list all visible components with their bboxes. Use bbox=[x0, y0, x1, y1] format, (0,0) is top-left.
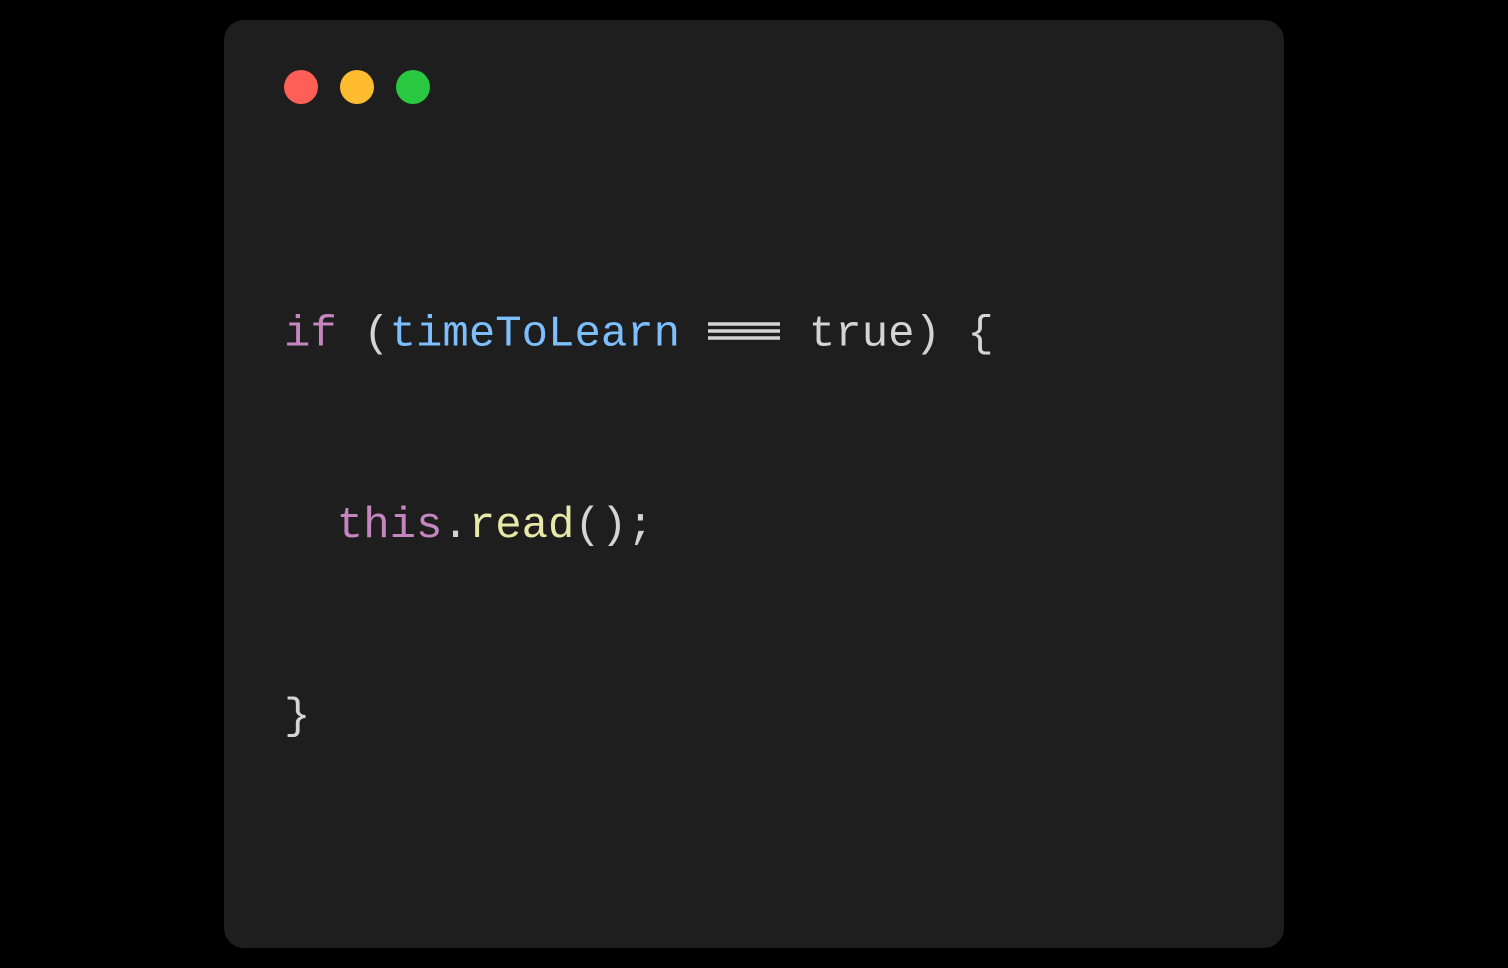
code-line-2: this.read(); bbox=[284, 495, 1224, 559]
code-line-1: if (timeToLearn true) { bbox=[284, 302, 1224, 367]
code-line-3: } bbox=[284, 686, 1224, 750]
operator-strict-equals bbox=[706, 300, 782, 364]
space bbox=[782, 309, 808, 359]
dot: . bbox=[442, 501, 468, 551]
space bbox=[680, 309, 706, 359]
minimize-icon[interactable] bbox=[340, 70, 374, 104]
paren-open: ( bbox=[337, 309, 390, 359]
close-icon[interactable] bbox=[284, 70, 318, 104]
boolean-true: true bbox=[809, 309, 915, 359]
method-read: read bbox=[469, 501, 575, 551]
variable-timeToLearn: timeToLearn bbox=[390, 309, 680, 359]
keyword-this: this bbox=[337, 501, 443, 551]
keyword-if: if bbox=[284, 309, 337, 359]
maximize-icon[interactable] bbox=[396, 70, 430, 104]
paren-close-brace-open: ) { bbox=[915, 309, 994, 359]
code-window: if (timeToLearn true) { this.read(); } bbox=[224, 20, 1284, 947]
brace-close: } bbox=[284, 692, 310, 742]
code-block: if (timeToLearn true) { this.read(); } bbox=[284, 174, 1224, 877]
window-titlebar bbox=[284, 70, 1224, 104]
call-parens-semicolon: (); bbox=[574, 501, 653, 551]
